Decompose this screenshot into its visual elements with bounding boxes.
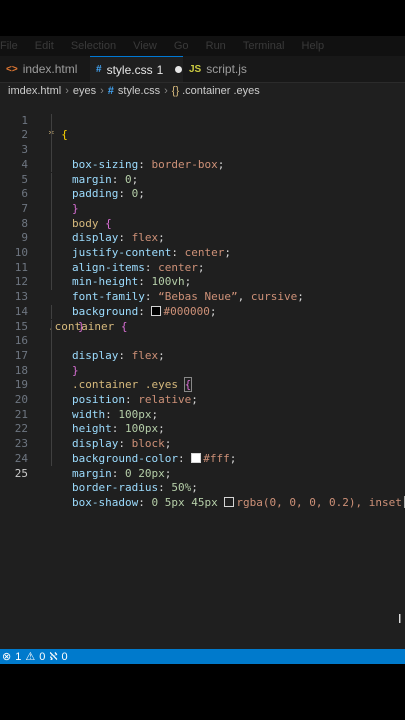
code-line: 2 box-sizing: border-box; [0, 113, 405, 171]
code-line-current: 25 box-shadow: 0 5px 45px rgba(0, 0, 0, … [0, 451, 405, 509]
css-value: rgba(0, 0, 0, 0.2), inset [236, 495, 402, 509]
code-line: 3 margin: 0; [0, 128, 405, 186]
color-swatch-icon[interactable] [224, 496, 235, 507]
css-value: 0 5px 45px [151, 495, 218, 509]
status-bar: ⊗ 1 ⚠ 0 ℵ 0 [0, 649, 405, 664]
code-line: 20 height: 100px; [0, 378, 405, 435]
css-file-icon: # [107, 85, 114, 97]
mouse-ibeam-icon: I [398, 612, 402, 626]
menu-run[interactable]: Run [206, 36, 226, 56]
css-value: 50% [171, 481, 192, 495]
css-property: box-shadow [72, 495, 139, 509]
problem-count-badge: 1 [156, 62, 164, 77]
code-line: 10 min-height: 100vh; [0, 231, 405, 288]
code-line: 1 * { [0, 99, 405, 142]
unsaved-dot-icon[interactable] [175, 66, 183, 73]
code-line: 11 font-family: “Bebas Neue”, cursive; [0, 246, 405, 303]
code-line: 23 margin: 0 20px; [0, 422, 405, 480]
code-line: 24 border-radius: 50%; [0, 437, 405, 494]
code-line: 15 display: flex; [0, 304, 405, 362]
warning-icon[interactable]: ⚠ [25, 650, 35, 663]
ports-icon[interactable]: ℵ [49, 650, 57, 663]
code-line: 8 justify-content: center; [0, 201, 405, 259]
breadcrumb-item[interactable]: style.css [118, 85, 160, 97]
js-file-icon: JS [189, 63, 202, 75]
tab-index-html[interactable]: <> index.html [0, 56, 90, 82]
css-value: 0 20px [125, 466, 165, 480]
tab-label: style.css [106, 62, 153, 77]
selector-symbol-icon: {} [171, 85, 180, 97]
breadcrumb-item[interactable]: eyes [73, 85, 96, 97]
code-line: 5 } [0, 157, 405, 215]
menu-view[interactable]: View [133, 36, 157, 56]
html-file-icon: <> [6, 63, 18, 75]
chevron-right-icon: › [164, 85, 168, 97]
menu-help[interactable]: Help [302, 36, 325, 56]
line-number: 25 [14, 466, 28, 480]
css-file-icon: # [96, 64, 102, 75]
code-line: 21 display: block; [0, 393, 405, 450]
error-count[interactable]: 1 [15, 651, 21, 663]
tab-label: script.js [206, 62, 247, 76]
chevron-right-icon: › [100, 85, 104, 97]
tab-script-js[interactable]: JS script.js [183, 56, 263, 82]
css-property: margin [72, 466, 112, 480]
tab-bar: <> index.html # style.css 1 JS script.js [0, 56, 405, 83]
warning-count[interactable]: 0 [39, 651, 45, 663]
menu-edit[interactable]: Edit [35, 36, 54, 56]
code-line: 13 } [0, 275, 405, 333]
code-line: 19 width: 100px; [0, 363, 405, 421]
vscode-window: File Edit Selection View Go Run Terminal… [0, 0, 405, 720]
ports-count[interactable]: 0 [62, 651, 68, 663]
menu-file[interactable]: File [0, 36, 18, 56]
tab-style-css[interactable]: # style.css 1 [90, 56, 183, 82]
breadcrumb-item[interactable]: .container .eyes [182, 85, 260, 97]
code-line: 9 align-items: center; [0, 216, 405, 274]
menu-selection[interactable]: Selection [71, 36, 116, 56]
menu-go[interactable]: Go [174, 36, 189, 56]
tab-label: index.html [22, 62, 78, 76]
code-line: 12 background: #000000; [0, 260, 405, 318]
error-icon[interactable]: ⊗ [2, 650, 11, 663]
css-property: border-radius [72, 481, 159, 495]
code-editor[interactable]: 1 * { 2 box-sizing: border-box; 3 margin… [0, 99, 405, 649]
code-line: 7 display: flex; [0, 187, 405, 244]
code-line: 18 position: relative; [0, 348, 405, 406]
code-line: 17 .container .eyes { [0, 334, 405, 393]
code-line: 4 padding: 0; [0, 143, 405, 200]
breadcrumb: imdex.html › eyes › # style.css › {} .co… [0, 83, 405, 99]
menu-bar: File Edit Selection View Go Run Terminal… [0, 36, 405, 56]
code-line: 22 background-color: #fff; [0, 407, 405, 465]
breadcrumb-item[interactable]: imdex.html [8, 85, 61, 97]
chevron-right-icon: › [65, 85, 69, 97]
code-line: 6 body { [0, 172, 405, 230]
code-line: 16 } [0, 319, 405, 377]
code-line: 14 .container { [0, 290, 405, 333]
menu-terminal[interactable]: Terminal [243, 36, 285, 56]
